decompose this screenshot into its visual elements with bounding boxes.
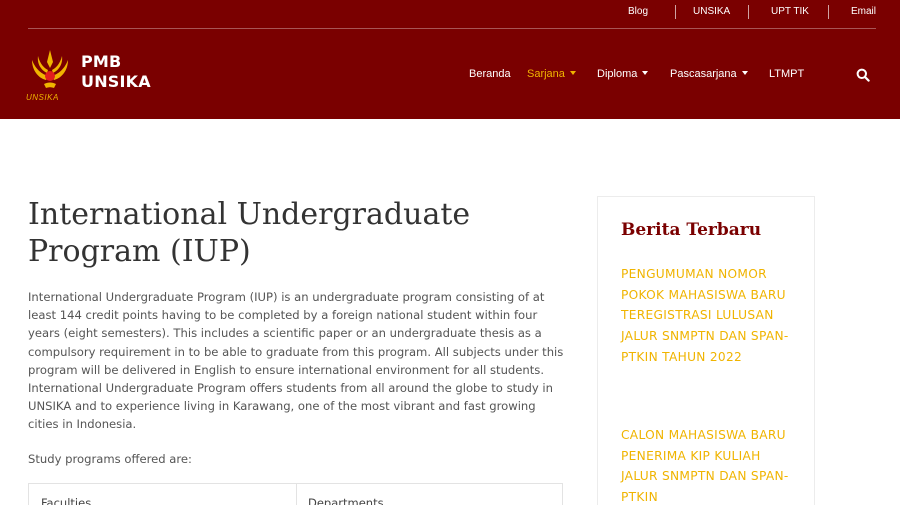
table-header-faculties: Faculties (41, 496, 92, 505)
latest-news-sidebar: Berita Terbaru PENGUMUMAN NOMOR POKOK MA… (597, 196, 815, 505)
topbar-link-blog[interactable]: Blog (628, 6, 648, 17)
caret-down-icon (569, 71, 576, 75)
news-link[interactable]: PENGUMUMAN NOMOR POKOK MAHASISWA BARU TE… (621, 264, 796, 368)
topbar-divider (675, 5, 676, 19)
topbar-divider (748, 5, 749, 19)
nav-item-diploma[interactable]: Diploma (597, 68, 649, 84)
table-header-departments: Departments (308, 496, 384, 505)
intro-paragraph: International Undergraduate Program (IUP… (28, 290, 564, 432)
search-icon[interactable] (856, 68, 870, 82)
nav-item-beranda[interactable]: Beranda (469, 68, 511, 84)
page-title: International Undergraduate Program (IUP… (28, 197, 471, 269)
logo-subtext: UNSIKA (26, 93, 59, 102)
header-divider (28, 28, 876, 29)
sidebar-title: Berita Terbaru (621, 220, 762, 240)
nav-item-ltmpt[interactable]: LTMPT (769, 68, 804, 84)
table-column-divider (296, 484, 297, 505)
nav-item-pascasarjana[interactable]: Pascasarjana (670, 68, 748, 84)
logo-title: PMB UNSIKA (81, 52, 151, 91)
topbar-link-unsika[interactable]: UNSIKA (693, 6, 730, 17)
caret-down-icon (741, 71, 748, 75)
site-header: Blog UNSIKA UPT TIK Email PMB UNSIKA UNS… (0, 0, 900, 119)
caret-down-icon (642, 71, 649, 75)
topbar-link-upt-tik[interactable]: UPT TIK (771, 6, 809, 17)
study-programs-table: Faculties Departments (28, 483, 563, 505)
top-bar: Blog UNSIKA UPT TIK Email (0, 0, 900, 28)
topbar-divider (828, 5, 829, 19)
site-logo[interactable]: PMB UNSIKA UNSIKA (26, 46, 151, 106)
nav-item-sarjana[interactable]: Sarjana (527, 68, 576, 84)
topbar-link-email[interactable]: Email (851, 6, 876, 17)
news-link[interactable]: CALON MAHASISWA BARU PENERIMA KIP KULIAH… (621, 425, 796, 505)
study-programs-label: Study programs offered are: (28, 452, 192, 466)
unsika-emblem-icon (32, 50, 68, 88)
